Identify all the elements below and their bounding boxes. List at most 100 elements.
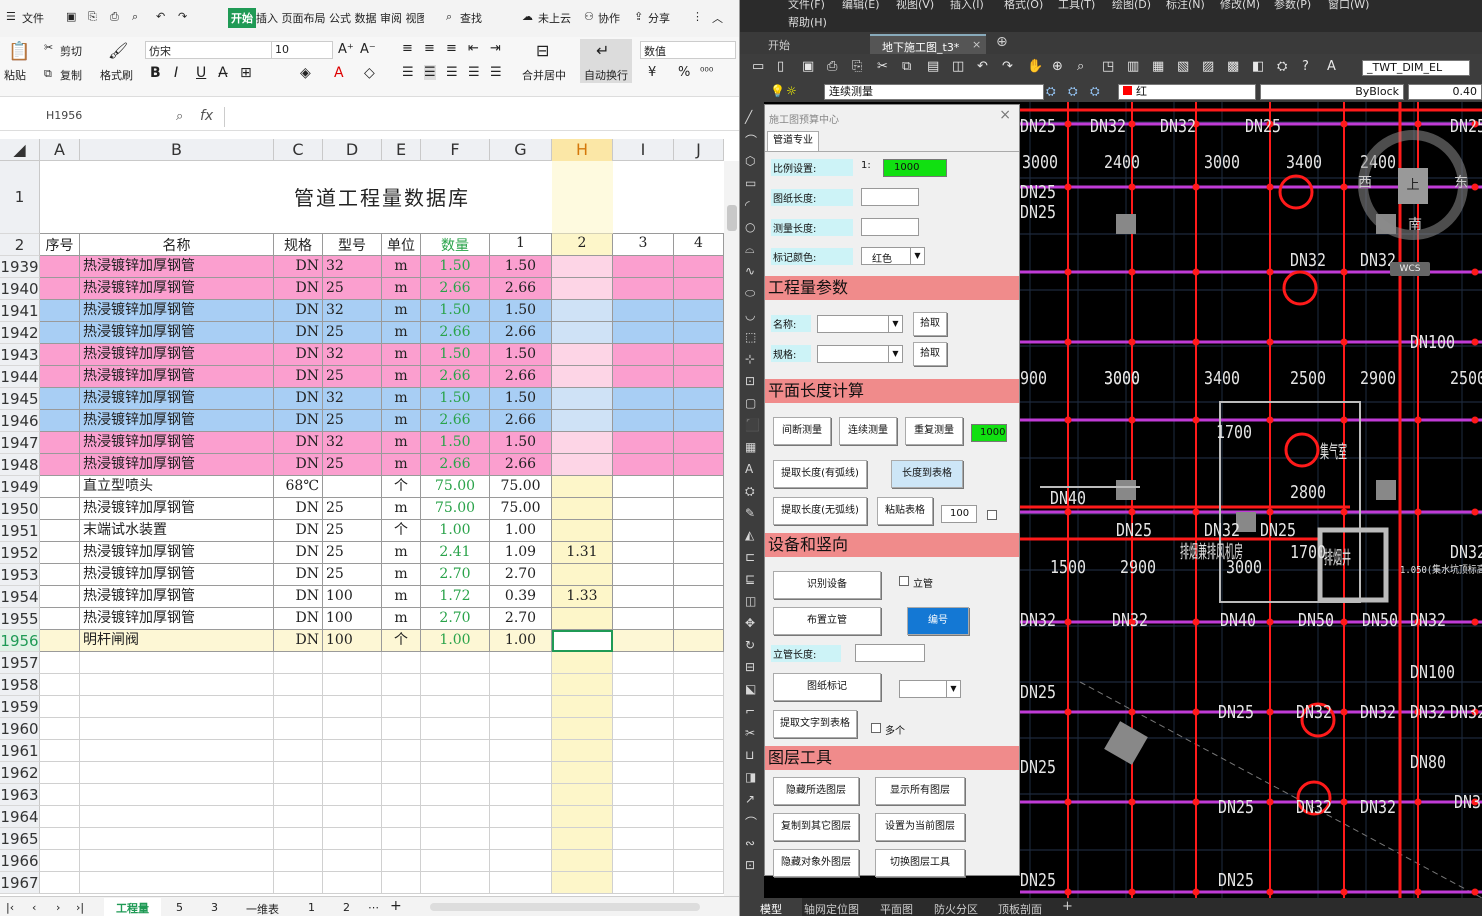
drawing-label[interactable]: DN100	[1410, 332, 1455, 353]
drawing-label[interactable]: DN25	[1218, 797, 1254, 818]
cell-h[interactable]	[552, 410, 613, 432]
bulb-icon[interactable]: 💡	[770, 84, 785, 98]
drawing-label[interactable]: DN25	[1020, 757, 1056, 778]
row-header[interactable]: 1945	[0, 388, 40, 410]
cell-i[interactable]	[613, 542, 674, 564]
cad-menu-item[interactable]: 插入(I)	[950, 0, 984, 12]
cell-c[interactable]: DN	[274, 256, 323, 278]
cell-c[interactable]	[274, 784, 323, 806]
cell-a[interactable]	[40, 674, 80, 696]
row-header[interactable]: 1959	[0, 696, 40, 718]
cell-d[interactable]: 25	[323, 498, 382, 520]
border-icon[interactable]: ⊞	[240, 65, 252, 81]
cell-f[interactable]: 1.50	[421, 256, 490, 278]
cell-a[interactable]	[40, 828, 80, 850]
cad-menu-item[interactable]: 修改(M)	[1220, 0, 1260, 12]
row-header[interactable]: 1941	[0, 300, 40, 322]
pick-spec-button[interactable]: 拾取	[913, 342, 947, 366]
draw-tool-icon[interactable]: ⌐	[745, 704, 755, 718]
cell-h[interactable]: 1.31	[552, 542, 613, 564]
cell-c[interactable]: DN	[274, 498, 323, 520]
toolbar-tool-icon[interactable]: ◫	[952, 59, 964, 74]
drawing-label[interactable]: DN25	[1450, 116, 1482, 137]
cell-f[interactable]	[421, 718, 490, 740]
cell-h[interactable]	[552, 630, 613, 652]
cad-menu-item[interactable]: 格式(O)	[1004, 0, 1043, 12]
col-header-e[interactable]: E	[382, 139, 421, 161]
sheet-grid[interactable]: 1 管道工程量数据库 2 序号 名称 规格 型号 单位 数量 1 2 3 4 1939 热浸镀锌加厚钢管 DN…	[0, 161, 724, 896]
select-all-corner[interactable]: ◢	[0, 139, 40, 161]
cell-g[interactable]: 0.39	[490, 586, 552, 608]
drawing-label[interactable]: 3000	[1204, 152, 1240, 173]
undo-icon[interactable]: ↶	[156, 10, 165, 23]
row-header[interactable]: 1963	[0, 784, 40, 806]
drawing-label[interactable]: 2500	[1450, 368, 1482, 389]
cell-g[interactable]: 2.66	[490, 278, 552, 300]
paste-table-button[interactable]: 粘贴表格	[877, 497, 933, 525]
cell-h[interactable]	[552, 652, 613, 674]
cad-menu-item[interactable]: 绘图(D)	[1112, 0, 1151, 12]
cell-h[interactable]	[552, 784, 613, 806]
cell-c[interactable]	[274, 806, 323, 828]
cell-e[interactable]: m	[382, 498, 421, 520]
draw-tool-icon[interactable]: ◜	[745, 198, 750, 212]
cell-j[interactable]	[674, 806, 724, 828]
drawing-label[interactable]: DN32	[1290, 250, 1326, 271]
col-header-h[interactable]: H	[552, 139, 613, 161]
more-tabs-icon[interactable]: ⋯	[368, 901, 379, 914]
draw-tool-icon[interactable]: ⊑	[745, 572, 755, 586]
cell-h[interactable]	[552, 388, 613, 410]
cell-e[interactable]: m	[382, 278, 421, 300]
font-shrink-icon[interactable]: A⁻	[360, 42, 376, 57]
col-header-d[interactable]: D	[323, 139, 382, 161]
drawing-label[interactable]: 3400	[1204, 368, 1240, 389]
cell-h[interactable]	[552, 674, 613, 696]
cell-e[interactable]: m	[382, 256, 421, 278]
cell-j[interactable]	[674, 828, 724, 850]
cell-a[interactable]	[40, 718, 80, 740]
cell-g[interactable]: 1.50	[490, 388, 552, 410]
cell-f[interactable]: 2.66	[421, 454, 490, 476]
tab-start[interactable]: 开始	[228, 8, 256, 28]
cell-e[interactable]: m	[382, 366, 421, 388]
cell-b[interactable]: 热浸镀锌加厚钢管	[80, 586, 274, 608]
drawing-label[interactable]: 3000	[1104, 368, 1140, 389]
cell-g[interactable]: 1.50	[490, 256, 552, 278]
mark-color-select[interactable]: 红色 ▼	[861, 247, 925, 265]
cell-b[interactable]: 明杆闸阀	[80, 630, 274, 652]
toolbar-tool-icon[interactable]: ▭	[752, 59, 764, 74]
cell-f[interactable]: 2.70	[421, 608, 490, 630]
cell-j[interactable]	[674, 652, 724, 674]
font-size-select[interactable]: 10	[271, 41, 333, 59]
cell-a[interactable]	[40, 630, 80, 652]
tab-last-icon[interactable]: ›|	[76, 901, 84, 914]
cell-i[interactable]	[613, 828, 674, 850]
cell-b[interactable]: 热浸镀锌加厚钢管	[80, 410, 274, 432]
cell-c[interactable]	[274, 740, 323, 762]
cell-d[interactable]	[323, 674, 382, 696]
drawing-label[interactable]: DN25	[1218, 702, 1254, 723]
cell-g[interactable]	[490, 806, 552, 828]
measure-length-input[interactable]	[861, 218, 919, 236]
row-header[interactable]: 1958	[0, 674, 40, 696]
drawing-label[interactable]: DN32	[1410, 610, 1446, 631]
cad-menu-item[interactable]: 标注(N)	[1166, 0, 1205, 12]
lineweight-select[interactable]: 0.40	[1408, 84, 1482, 100]
cell-d[interactable]	[323, 872, 382, 894]
cell-c[interactable]: 68℃	[274, 476, 323, 498]
toolbar-tool-icon[interactable]: ▥	[1127, 59, 1139, 74]
drawing-label[interactable]: DN32	[1360, 797, 1396, 818]
cell-c[interactable]: DN	[274, 630, 323, 652]
drawing-label[interactable]: DN32	[1090, 116, 1126, 137]
cell-e[interactable]: 个	[382, 520, 421, 542]
sheet-tab-active[interactable]: 工程量	[104, 898, 161, 916]
cell-i[interactable]	[613, 256, 674, 278]
cell-d[interactable]: 25	[323, 542, 382, 564]
cell-c[interactable]	[274, 762, 323, 784]
copy-to-layer-button[interactable]: 复制到其它图层	[773, 813, 859, 841]
cell-f[interactable]	[421, 784, 490, 806]
cell-i[interactable]	[613, 608, 674, 630]
layout-tab[interactable]: 顶板剖面	[998, 901, 1042, 916]
cell-i[interactable]	[613, 432, 674, 454]
cell-g[interactable]	[490, 740, 552, 762]
